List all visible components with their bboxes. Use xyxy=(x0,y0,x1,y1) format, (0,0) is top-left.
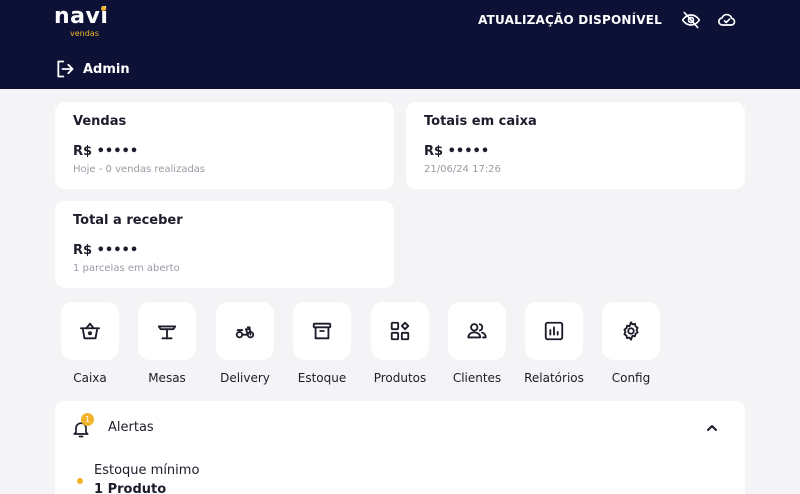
shortcut-relatorios[interactable]: Relatórios xyxy=(522,302,586,388)
shortcut-delivery-button[interactable] xyxy=(216,302,274,360)
table-icon xyxy=(157,325,177,340)
shortcut-config[interactable]: Config xyxy=(599,302,663,388)
cash-card-title: Totais em caixa xyxy=(424,114,537,129)
sales-card-title: Vendas xyxy=(73,114,127,129)
cloud-check-icon[interactable] xyxy=(716,10,738,30)
grid-plus-icon xyxy=(390,321,410,341)
receivables-card-title: Total a receber xyxy=(73,213,183,228)
receivables-card-value: R$ ••••• xyxy=(73,243,139,258)
logo-dot xyxy=(101,6,106,11)
shortcut-produtos[interactable]: Produtos xyxy=(368,302,432,388)
shortcut-estoque[interactable]: Estoque xyxy=(290,302,354,388)
alerts-title: Alertas xyxy=(108,420,154,435)
logout-icon xyxy=(57,60,74,78)
chevron-up-icon[interactable] xyxy=(704,420,720,436)
logo-subtitle: vendas xyxy=(70,29,99,38)
shortcut-clientes[interactable]: Clientes xyxy=(445,302,509,388)
shortcut-caixa-label: Caixa xyxy=(73,371,107,385)
bar-chart-icon xyxy=(544,321,564,341)
archive-icon xyxy=(312,322,332,340)
alert-item-value: 1 Produto xyxy=(94,482,167,494)
shortcut-clientes-label: Clientes xyxy=(452,371,502,385)
shortcut-mesas[interactable]: Mesas xyxy=(135,302,199,388)
sales-card[interactable]: Vendas R$ ••••• Hoje - 0 vendas realizad… xyxy=(55,102,394,189)
shortcut-estoque-button[interactable] xyxy=(293,302,351,360)
update-available-link[interactable]: ATUALIZAÇÃO DISPONÍVEL xyxy=(478,13,662,27)
admin-user-button[interactable]: Admin xyxy=(55,58,130,80)
admin-label: Admin xyxy=(83,61,130,77)
alert-item-label[interactable]: Estoque mínimo xyxy=(94,463,199,478)
shortcut-relatorios-button[interactable] xyxy=(525,302,583,360)
cash-card-value: R$ ••••• xyxy=(424,144,490,159)
receivables-card[interactable]: Total a receber R$ ••••• 1 parcelas em a… xyxy=(55,201,394,288)
alert-status-dot xyxy=(77,478,83,484)
shortcut-produtos-button[interactable] xyxy=(371,302,429,360)
shortcut-clientes-button[interactable] xyxy=(448,302,506,360)
navi-logo: navi vendas xyxy=(54,4,114,40)
shortcut-produtos-label: Produtos xyxy=(373,371,427,385)
shortcut-delivery-label: Delivery xyxy=(220,371,270,385)
sales-card-value: R$ ••••• xyxy=(73,144,139,159)
top-header: navi vendas ATUALIZAÇÃO DISPONÍVEL Admin xyxy=(0,0,800,89)
shortcut-caixa[interactable]: Caixa xyxy=(58,302,122,388)
receivables-card-subtitle: 1 parcelas em aberto xyxy=(73,263,180,274)
shortcut-delivery[interactable]: Delivery xyxy=(213,302,277,388)
shortcut-mesas-label: Mesas xyxy=(148,371,186,385)
shortcut-config-button[interactable] xyxy=(602,302,660,360)
alerts-count-badge: 1 xyxy=(81,413,94,426)
sales-card-subtitle: Hoje - 0 vendas realizadas xyxy=(73,164,206,175)
users-icon xyxy=(467,323,487,339)
shortcut-caixa-button[interactable] xyxy=(61,302,119,360)
scooter-icon xyxy=(235,326,255,339)
shortcut-estoque-label: Estoque xyxy=(297,371,347,385)
eye-off-icon[interactable] xyxy=(680,10,702,30)
gear-icon xyxy=(623,321,639,341)
basket-icon xyxy=(79,322,101,340)
shortcut-config-label: Config xyxy=(611,371,651,385)
cash-totals-card[interactable]: Totais em caixa R$ ••••• 21/06/24 17:26 xyxy=(406,102,745,189)
cash-card-subtitle: 21/06/24 17:26 xyxy=(424,164,501,175)
shortcut-relatorios-label: Relatórios xyxy=(524,371,584,385)
shortcut-mesas-button[interactable] xyxy=(138,302,196,360)
alerts-panel: 1 Alertas Estoque mínimo 1 Produto xyxy=(55,401,745,494)
